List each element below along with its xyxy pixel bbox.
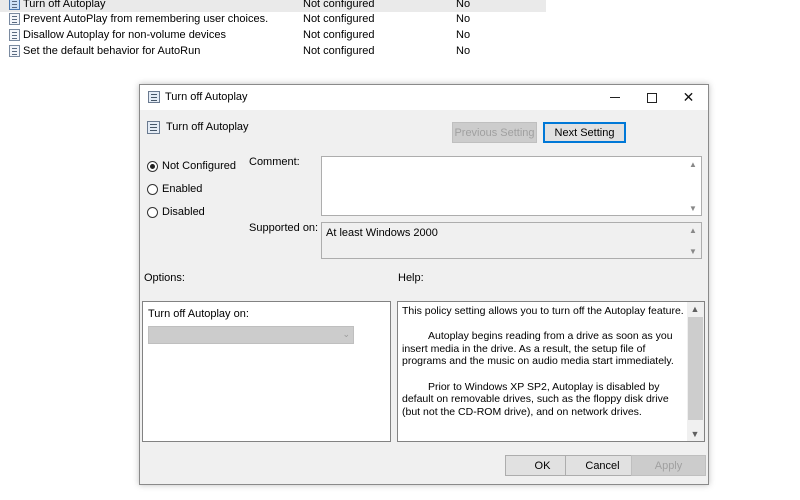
comment-label: Comment: [249,156,300,168]
maximize-button[interactable] [633,85,670,110]
radio-label: Not Configured [162,160,236,172]
radio-label: Enabled [162,183,203,195]
policy-state: Not configured [303,45,375,57]
policy-setting-icon [148,91,160,103]
policy-comment: No [456,29,471,41]
dialog-title: Turn off Autoplay [165,91,248,103]
supported-on-label: Supported on: [249,222,319,234]
apply-button[interactable]: Apply [631,455,706,476]
previous-setting-button[interactable]: Previous Setting [452,122,537,143]
minimize-button[interactable] [596,85,633,110]
scrollbar-thumb[interactable] [688,317,703,420]
comment-field[interactable]: ▲ ▼ [321,156,702,216]
policy-dialog: Turn off Autoplay ✕ Turn off Autoplay Pr… [139,84,709,485]
scroll-up-icon[interactable]: ▲ [685,157,701,171]
help-panel: This policy setting allows you to turn o… [397,301,705,442]
radio-disabled[interactable]: Disabled [147,206,205,218]
options-label: Options: [144,272,185,284]
radio-checked-icon [147,160,158,172]
supported-on-scrollbar[interactable]: ▲ ▼ [685,223,701,258]
policy-row-default-autorun[interactable]: Set the default behavior for AutoRun Not… [0,43,546,59]
supported-on-value: At least Windows 2000 [326,227,438,239]
chevron-down-icon: ⌄ [342,329,350,339]
scroll-up-icon[interactable]: ▲ [687,302,703,316]
policy-setting-icon [9,0,20,10]
dialog-titlebar[interactable]: Turn off Autoplay ✕ [140,85,708,110]
help-text: This policy setting allows you to turn o… [402,305,688,431]
policy-row-disallow-autoplay-non-volume[interactable]: Disallow Autoplay for non-volume devices… [0,27,546,43]
policy-comment: No [456,13,471,25]
policy-setting-icon [9,45,20,57]
radio-label: Disabled [162,206,205,218]
policy-name: Turn off Autoplay [23,0,106,10]
scroll-down-icon[interactable]: ▼ [685,244,701,258]
radio-unchecked-icon [147,206,158,218]
policy-setting-icon [147,121,160,134]
radio-not-configured[interactable]: Not Configured [147,160,236,172]
radio-unchecked-icon [147,183,158,195]
radio-enabled[interactable]: Enabled [147,183,202,195]
scroll-down-icon[interactable]: ▼ [685,201,701,215]
help-scrollbar[interactable]: ▲ ▼ [687,302,704,441]
policy-name: Disallow Autoplay for non-volume devices [23,29,226,41]
policy-name: Prevent AutoPlay from remembering user c… [23,13,269,25]
scroll-up-icon[interactable]: ▲ [685,223,701,237]
policy-setting-icon [9,29,20,41]
policy-row-prevent-autoplay-remembering[interactable]: Prevent AutoPlay from remembering user c… [0,11,546,27]
policy-comment: No [456,0,471,10]
minimize-icon [609,97,620,98]
help-paragraph: Autoplay begins reading from a drive as … [402,330,674,368]
close-button[interactable]: ✕ [670,85,707,110]
autoplay-drive-dropdown[interactable]: ⌄ [148,326,354,344]
policy-name: Set the default behavior for AutoRun [23,45,201,57]
policy-state: Not configured [303,0,375,10]
supported-on-field: At least Windows 2000 ▲ ▼ [321,222,702,259]
help-label: Help: [398,272,424,284]
close-icon: ✕ [682,89,695,105]
policy-state: Not configured [303,13,375,25]
help-paragraph: This policy setting allows you to turn o… [402,305,684,317]
policy-comment: No [456,45,471,57]
help-paragraph: Prior to Windows XP SP2, Autoplay is dis… [402,380,669,418]
policy-state: Not configured [303,29,375,41]
comment-scrollbar[interactable]: ▲ ▼ [685,157,701,215]
setting-title: Turn off Autoplay [166,121,249,133]
cancel-button[interactable]: Cancel [565,455,640,476]
options-panel: Turn off Autoplay on: ⌄ [142,301,391,442]
scroll-down-icon[interactable]: ▼ [687,427,703,441]
maximize-icon [646,92,657,103]
next-setting-button[interactable]: Next Setting [543,122,626,143]
policy-setting-icon [9,13,20,25]
autoplay-drive-label: Turn off Autoplay on: [148,308,249,320]
